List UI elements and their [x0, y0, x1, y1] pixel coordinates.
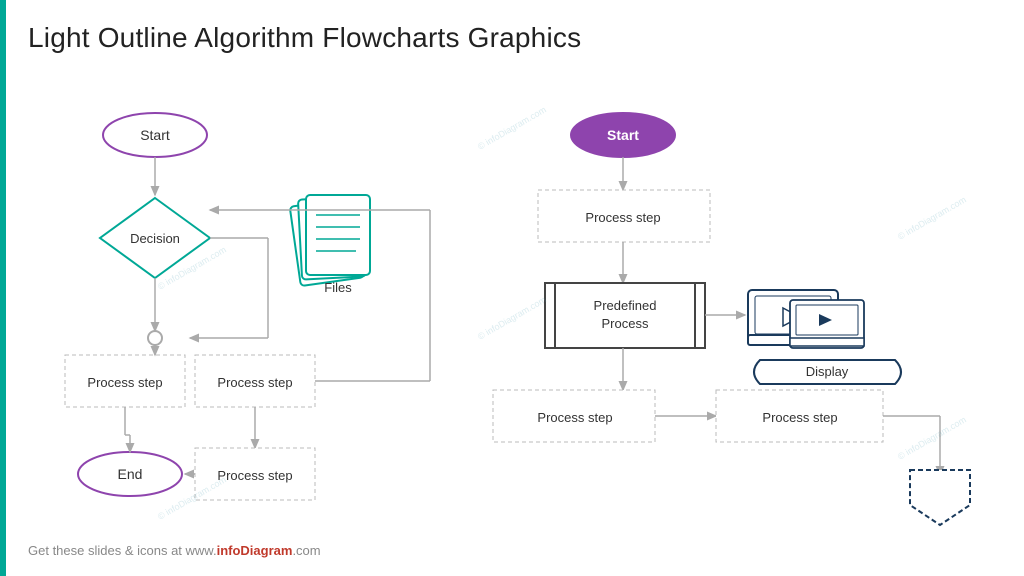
svg-text:End: End [118, 466, 143, 482]
svg-text:Process step: Process step [762, 410, 837, 425]
svg-text:Process step: Process step [87, 375, 162, 390]
footer-text: Get these slides & icons at www.infoDiag… [28, 543, 321, 558]
svg-text:Process step: Process step [217, 468, 292, 483]
footer-brand: infoDiagram [217, 543, 293, 558]
flowchart-canvas: Start Decision Files Process step Proces… [0, 90, 1024, 550]
svg-text:© infoDiagram.com: © infoDiagram.com [896, 194, 968, 241]
svg-text:© infoDiagram.com: © infoDiagram.com [476, 104, 548, 151]
svg-text:Process step: Process step [537, 410, 612, 425]
svg-text:© infoDiagram.com: © infoDiagram.com [476, 294, 548, 341]
svg-text:Process step: Process step [217, 375, 292, 390]
svg-text:Decision: Decision [130, 231, 180, 246]
page-title: Light Outline Algorithm Flowcharts Graph… [28, 22, 581, 54]
svg-text:Display: Display [806, 364, 849, 379]
svg-text:© infoDiagram.com: © infoDiagram.com [896, 414, 968, 461]
svg-text:Start: Start [607, 127, 639, 143]
svg-text:Start: Start [140, 127, 170, 143]
svg-text:Files: Files [324, 280, 352, 295]
svg-text:Predefined: Predefined [594, 298, 657, 313]
svg-text:Process step: Process step [585, 210, 660, 225]
svg-text:Process: Process [602, 316, 649, 331]
